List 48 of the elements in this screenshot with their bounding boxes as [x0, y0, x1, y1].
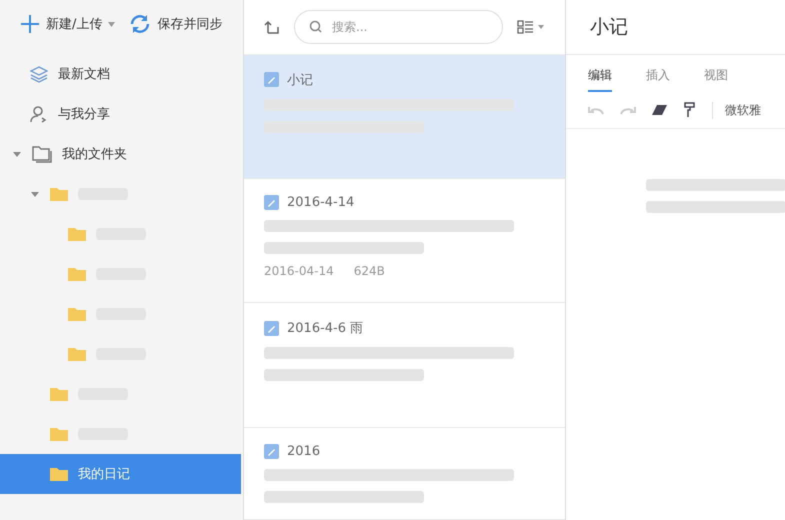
- folder-outline-icon: [32, 145, 52, 163]
- save-sync-button[interactable]: 保存并同步: [129, 13, 222, 35]
- note-title: 2016-4-14: [287, 194, 354, 210]
- note-icon: [264, 444, 279, 459]
- folder-item[interactable]: 我的文件夹: [0, 134, 241, 174]
- folder-icon: [50, 187, 68, 201]
- folder-icon: [68, 347, 86, 361]
- folder-icon: [50, 427, 68, 441]
- redo-icon[interactable]: [620, 105, 636, 115]
- folder-icon: [50, 387, 68, 401]
- editor-tab[interactable]: 插入: [646, 67, 670, 92]
- plus-icon: [20, 14, 40, 34]
- note-title: 小记: [287, 72, 313, 89]
- search-icon: [309, 20, 322, 34]
- new-upload-button[interactable]: 新建/上传: [20, 14, 116, 34]
- editor-tab[interactable]: 编辑: [588, 67, 612, 92]
- font-selector[interactable]: 微软雅: [712, 102, 761, 118]
- folder-item[interactable]: 我的日记: [0, 454, 241, 494]
- sync-icon: [129, 13, 152, 35]
- nav-item[interactable]: 最新文档: [0, 54, 241, 94]
- paint-roller-icon[interactable]: [684, 102, 696, 118]
- caret-icon: [108, 22, 116, 26]
- note-icon: [264, 72, 279, 88]
- note-card[interactable]: 小记: [244, 54, 565, 179]
- search-field[interactable]: 搜索...: [294, 10, 503, 44]
- list-view-icon[interactable]: [517, 20, 545, 34]
- note-title: 小记: [566, 0, 785, 55]
- up-level-icon[interactable]: [264, 18, 280, 35]
- caret-icon[interactable]: [13, 150, 21, 158]
- caret-icon[interactable]: [31, 190, 39, 198]
- folder-icon: [68, 307, 86, 321]
- note-date: 2016-04-14: [264, 264, 334, 278]
- folder-icon: [50, 467, 68, 481]
- user-icon: [30, 105, 48, 123]
- layers-icon: [30, 65, 48, 83]
- note-icon: [264, 320, 279, 336]
- folder-icon: [68, 227, 86, 241]
- undo-icon[interactable]: [588, 105, 604, 115]
- note-title: 2016-4-6 雨: [287, 320, 364, 338]
- note-title: 2016: [287, 444, 320, 459]
- folder-icon: [68, 267, 86, 281]
- search-input[interactable]: 搜索...: [330, 18, 488, 35]
- eraser-icon[interactable]: [652, 104, 668, 116]
- editor-tab[interactable]: 视图: [704, 67, 728, 92]
- note-icon: [264, 194, 279, 210]
- nav-item[interactable]: 与我分享: [0, 94, 241, 134]
- note-size: 624B: [354, 264, 385, 278]
- note-card[interactable]: 2016-4-14 2016-04-14 624B: [244, 178, 565, 304]
